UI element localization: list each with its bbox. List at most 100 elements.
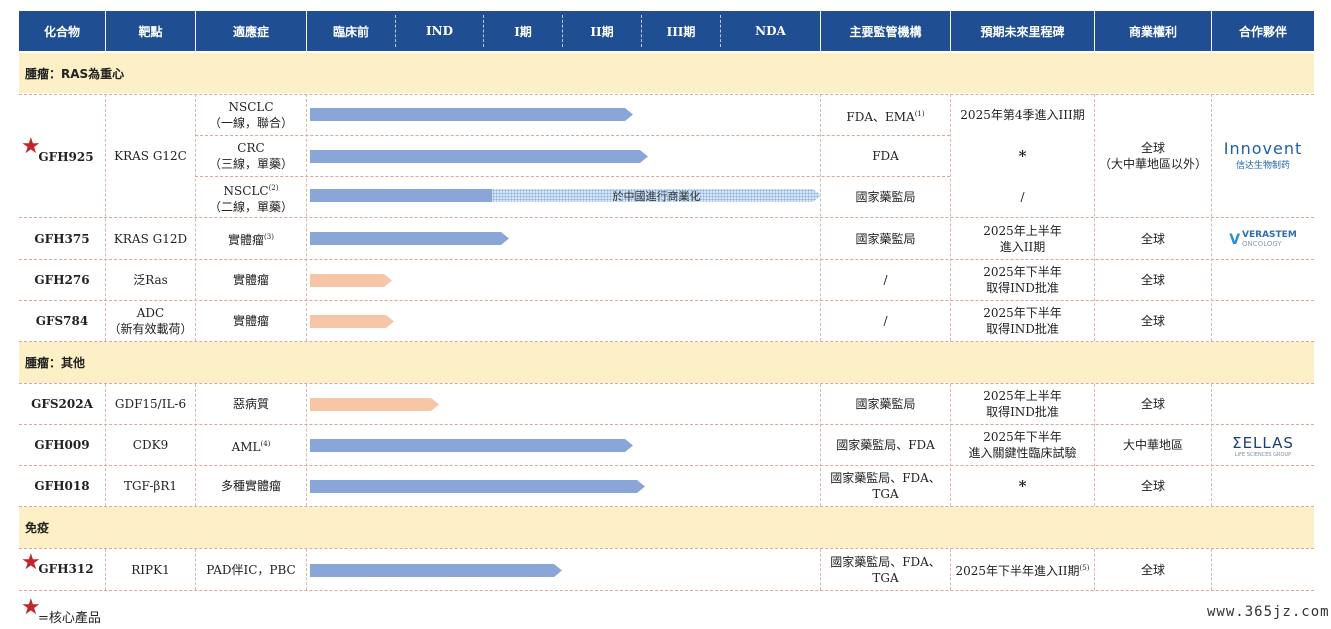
progress-bar <box>310 480 645 493</box>
indication-cell: 實體瘤 <box>232 314 269 328</box>
rights-cell: 全球 （大中華地區以外） <box>1095 94 1211 217</box>
header-rights: 商業權利 <box>1128 24 1177 39</box>
milestone-line: 2025年上半年 <box>983 389 1062 403</box>
header-compound: 化合物 <box>43 24 80 39</box>
milestone-line: 進入II期 <box>999 239 1046 254</box>
header-divider <box>641 15 642 47</box>
target-gfh312: RIPK1 <box>131 562 170 577</box>
column-divider <box>306 549 307 590</box>
milestone-cell: 2025年第4季進入III期 <box>960 108 1085 122</box>
indication-cell: AML(4) <box>196 425 306 465</box>
indication-detail: （三線，單藥） <box>208 157 293 171</box>
header-phase2: II期 <box>590 24 614 39</box>
header-divider <box>105 11 106 51</box>
regulator-cell: FDA <box>872 149 899 163</box>
indication-name: NSCLC <box>228 100 274 114</box>
progress-bar <box>310 108 633 121</box>
target-cell: ADC （新有效載荷） <box>106 301 195 341</box>
target-gfh276: 泛Ras <box>133 273 168 287</box>
indication-cell: PAD伴IC，PBC <box>206 562 296 577</box>
milestone-line: 2025年下半年 <box>983 430 1062 444</box>
indication-cell: NSCLC(2) （二線，單藥） <box>196 177 306 217</box>
rights-cell: 全球 <box>1140 397 1165 411</box>
rights-text: 全球 <box>1140 140 1165 155</box>
target-detail: （新有效載荷） <box>108 322 193 336</box>
target-name: ADC <box>136 306 165 320</box>
header-divider <box>195 11 196 51</box>
header-regulator: 主要監管機構 <box>849 24 922 39</box>
indication-cell: 多種實體瘤 <box>220 479 281 493</box>
regulator-line: TGA <box>872 487 899 501</box>
rights-cell: 全球 <box>1140 273 1165 287</box>
header-indication: 適應症 <box>232 24 269 39</box>
header-phase1: I期 <box>514 24 532 39</box>
header-divider <box>395 15 396 47</box>
footnote-marker: (1) <box>914 109 925 118</box>
indication-detail: （一線，聯合） <box>208 116 293 130</box>
partner-subname: ONCOLOGY <box>1242 240 1282 248</box>
progress-bar <box>310 315 394 328</box>
milestone-line: 2025年上半年 <box>983 223 1062 238</box>
regulator-line: 國家藥監局、FDA、 <box>830 554 941 569</box>
regulator-cell: 國家藥監局、FDA、 TGA <box>821 549 950 590</box>
watermark: www.365jz.com <box>1207 604 1330 620</box>
legend-text: =核心產品 <box>38 611 101 626</box>
rights-cell: 全球 <box>1140 231 1165 246</box>
milestone-cell: * <box>1018 147 1027 165</box>
partner-name: Innovent <box>1223 139 1303 158</box>
target-gfh375: KRAS G12D <box>113 231 188 246</box>
regulator-cell: 國家藥監局 <box>855 231 916 246</box>
header-phase3: III期 <box>666 24 696 39</box>
regulator-line: 國家藥監局、FDA、 <box>830 471 941 485</box>
regulator-text: FDA、EMA(1) <box>846 106 924 125</box>
milestone-line: 取得IND批准 <box>986 322 1059 336</box>
progress-bar <box>310 150 648 163</box>
column-divider <box>1211 549 1212 590</box>
milestone-cell: / <box>1020 190 1025 204</box>
milestone-cell: 2025年下半年進入II期(5) <box>951 549 1094 590</box>
compound-gfh276: GFH276 <box>34 273 90 287</box>
footnote-marker: (5) <box>1079 564 1090 572</box>
header-divider <box>562 15 563 47</box>
indication-text: NSCLC <box>223 183 269 198</box>
footnote-marker: (3) <box>264 233 274 241</box>
compound-gfh018: GFH018 <box>34 479 90 493</box>
compound-gfs202a: GFS202A <box>31 397 93 411</box>
milestone-line: 取得IND批准 <box>986 405 1059 419</box>
indication-cell: 實體瘤(3) <box>196 218 306 259</box>
milestone-line: 2025年下半年 <box>983 265 1062 279</box>
indication-text: 實體瘤(3) <box>228 229 274 248</box>
compound-gfh375: GFH375 <box>34 231 90 246</box>
milestone-cell: 2025年上半年 取得IND批准 <box>951 384 1094 424</box>
milestone-text: 2025年下半年進入II期(5) <box>956 560 1090 579</box>
compound-gfh312: GFH312 <box>38 562 94 576</box>
header-divider <box>820 11 821 51</box>
progress-bar <box>310 189 500 202</box>
compound-gfs784: GFS784 <box>35 314 89 328</box>
partner-subname: LIFE SCIENCES GROUP <box>1234 452 1292 458</box>
rights-cell: 全球 <box>1140 562 1165 577</box>
footnote-marker: (2) <box>268 183 279 192</box>
partner-logo-verastem: V VERASTEM ONCOLOGY <box>1212 226 1314 254</box>
milestone-cell: 2025年下半年 取得IND批准 <box>951 260 1094 300</box>
partner-name: VERASTEM <box>1242 230 1297 240</box>
regulator-cell: / <box>883 273 888 287</box>
header-divider <box>950 11 951 51</box>
regulator-cell: 國家藥監局、FDA <box>836 438 935 452</box>
target-gfh925: KRAS G12C <box>114 148 187 163</box>
progress-bar <box>310 274 392 287</box>
indication-name: CRC <box>237 141 265 155</box>
partner-text: VERASTEM ONCOLOGY <box>1242 231 1297 249</box>
regulator-cell: / <box>883 314 888 328</box>
section-ras: 腫瘤：RAS為重心 <box>19 53 1314 93</box>
partner-subname: 信达生物制药 <box>1235 161 1290 171</box>
progress-bar <box>310 564 562 577</box>
header-preclinical: 臨床前 <box>332 24 369 39</box>
compound-gfh009: GFH009 <box>34 438 90 452</box>
partner-logo-sellas: ΣELLAS LIFE SCIENCES GROUP <box>1212 430 1314 462</box>
indication-cell: 惡病質 <box>232 397 269 411</box>
rights-detail: （大中華地區以外） <box>1098 156 1207 171</box>
indication-name: 實體瘤 <box>228 233 265 247</box>
indication-detail: （二線，單藥） <box>208 199 293 214</box>
regulator-cell: 國家藥監局 <box>855 190 916 204</box>
